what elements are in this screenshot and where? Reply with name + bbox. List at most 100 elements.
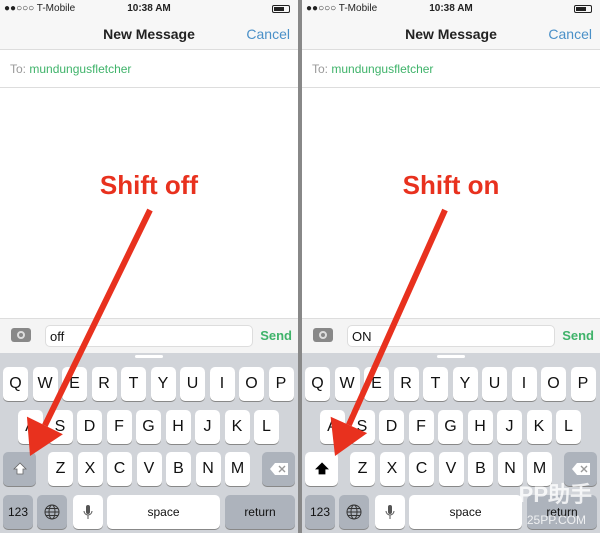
key-x[interactable]: X xyxy=(379,452,405,486)
key-q[interactable]: Q xyxy=(3,367,28,401)
watermark-url: 25PP.COM xyxy=(526,513,586,527)
shift-key[interactable] xyxy=(305,452,338,486)
keyboard-grabber xyxy=(437,355,465,358)
globe-icon xyxy=(44,504,60,520)
key-y[interactable]: Y xyxy=(150,367,176,401)
nav-bar: New Message Cancel xyxy=(302,18,600,50)
recipient[interactable]: mundungusfletcher xyxy=(331,62,433,76)
annotation-label: Shift on xyxy=(402,170,500,200)
key-q[interactable]: Q xyxy=(305,367,330,401)
keyboard-grabber xyxy=(135,355,163,358)
key-t[interactable]: T xyxy=(121,367,146,401)
backspace-icon xyxy=(269,463,288,475)
globe-key[interactable] xyxy=(37,495,67,529)
key-v[interactable]: V xyxy=(136,452,162,486)
send-button[interactable]: Send xyxy=(562,328,594,343)
key-c[interactable]: C xyxy=(409,452,434,486)
camera-icon[interactable] xyxy=(11,328,31,342)
send-button[interactable]: Send xyxy=(260,328,292,343)
globe-icon xyxy=(346,504,362,520)
annotation-label: Shift off xyxy=(99,170,199,200)
globe-key[interactable] xyxy=(339,495,369,529)
key-g[interactable]: G xyxy=(136,410,161,444)
dictation-key[interactable] xyxy=(73,495,103,529)
key-d[interactable]: D xyxy=(77,410,102,444)
key-m[interactable]: M xyxy=(225,452,250,486)
key-z[interactable]: Z xyxy=(48,452,73,486)
key-o[interactable]: O xyxy=(541,367,566,401)
input-bar: ON Send xyxy=(302,318,600,353)
key-z[interactable]: Z xyxy=(350,452,375,486)
key-g[interactable]: G xyxy=(438,410,463,444)
numbers-key[interactable]: 123 xyxy=(3,495,33,529)
key-i[interactable]: I xyxy=(209,367,235,401)
key-w[interactable]: W xyxy=(334,367,360,401)
to-field[interactable]: To: mundungusfletcher xyxy=(302,51,600,88)
key-e[interactable]: E xyxy=(62,367,87,401)
key-i[interactable]: I xyxy=(511,367,537,401)
key-p[interactable]: P xyxy=(570,367,596,401)
message-input[interactable]: ON xyxy=(347,325,555,347)
key-l[interactable]: L xyxy=(556,410,581,444)
key-u[interactable]: U xyxy=(180,367,205,401)
battery-icon xyxy=(272,5,290,13)
key-f[interactable]: F xyxy=(106,410,132,444)
input-bar: off Send xyxy=(0,318,298,353)
key-k[interactable]: K xyxy=(224,410,250,444)
dictation-key[interactable] xyxy=(375,495,405,529)
key-h[interactable]: H xyxy=(165,410,191,444)
key-s[interactable]: S xyxy=(349,410,375,444)
delete-key[interactable] xyxy=(262,452,295,486)
panel-shift-on: ●●○○○ T-Mobile 10:38 AM New Message Canc… xyxy=(302,0,600,533)
key-a[interactable]: A xyxy=(18,410,43,444)
key-b[interactable]: B xyxy=(166,452,191,486)
key-r[interactable]: R xyxy=(91,367,117,401)
cancel-button[interactable]: Cancel xyxy=(246,26,290,42)
to-label: To: xyxy=(10,62,27,76)
key-h[interactable]: H xyxy=(467,410,493,444)
key-d[interactable]: D xyxy=(379,410,404,444)
key-r[interactable]: R xyxy=(393,367,419,401)
recipient[interactable]: mundungusfletcher xyxy=(29,62,131,76)
numbers-key[interactable]: 123 xyxy=(305,495,335,529)
key-c[interactable]: C xyxy=(107,452,132,486)
microphone-icon xyxy=(83,505,93,519)
key-t[interactable]: T xyxy=(423,367,448,401)
message-input[interactable]: off xyxy=(45,325,253,347)
space-key[interactable]: space xyxy=(409,495,522,529)
key-o[interactable]: O xyxy=(239,367,264,401)
keyboard: Q W E R T Y U I O P A S D F G H J K L Z X C V B N M 123 space return xyxy=(0,353,298,533)
key-e[interactable]: E xyxy=(364,367,389,401)
panel-shift-off: ●●○○○ T-Mobile 10:38 AM New Message Canc… xyxy=(0,0,298,533)
key-f[interactable]: F xyxy=(408,410,434,444)
key-j[interactable]: J xyxy=(497,410,522,444)
shift-key[interactable] xyxy=(3,452,36,486)
key-b[interactable]: B xyxy=(468,452,493,486)
microphone-icon xyxy=(385,505,395,519)
camera-icon[interactable] xyxy=(313,328,333,342)
to-field[interactable]: To: mundungusfletcher xyxy=(0,51,298,88)
key-u[interactable]: U xyxy=(482,367,507,401)
watermark-logo: PP助手 xyxy=(518,482,592,507)
key-y[interactable]: Y xyxy=(452,367,478,401)
return-key[interactable]: return xyxy=(225,495,295,529)
cancel-button[interactable]: Cancel xyxy=(548,26,592,42)
key-n[interactable]: N xyxy=(195,452,221,486)
nav-bar: New Message Cancel xyxy=(0,18,298,50)
key-p[interactable]: P xyxy=(268,367,294,401)
key-x[interactable]: X xyxy=(77,452,103,486)
clock: 10:38 AM xyxy=(429,3,473,14)
key-j[interactable]: J xyxy=(195,410,220,444)
space-key[interactable]: space xyxy=(107,495,220,529)
key-k[interactable]: K xyxy=(526,410,552,444)
clock: 10:38 AM xyxy=(127,3,171,14)
key-s[interactable]: S xyxy=(47,410,73,444)
key-v[interactable]: V xyxy=(438,452,464,486)
key-l[interactable]: L xyxy=(254,410,279,444)
key-w[interactable]: W xyxy=(32,367,58,401)
battery-icon xyxy=(574,5,592,13)
to-label: To: xyxy=(312,62,329,76)
status-bar: ●●○○○ T-Mobile 10:38 AM xyxy=(302,0,600,18)
key-a[interactable]: A xyxy=(320,410,345,444)
status-bar: ●●○○○ T-Mobile 10:38 AM xyxy=(0,0,298,18)
